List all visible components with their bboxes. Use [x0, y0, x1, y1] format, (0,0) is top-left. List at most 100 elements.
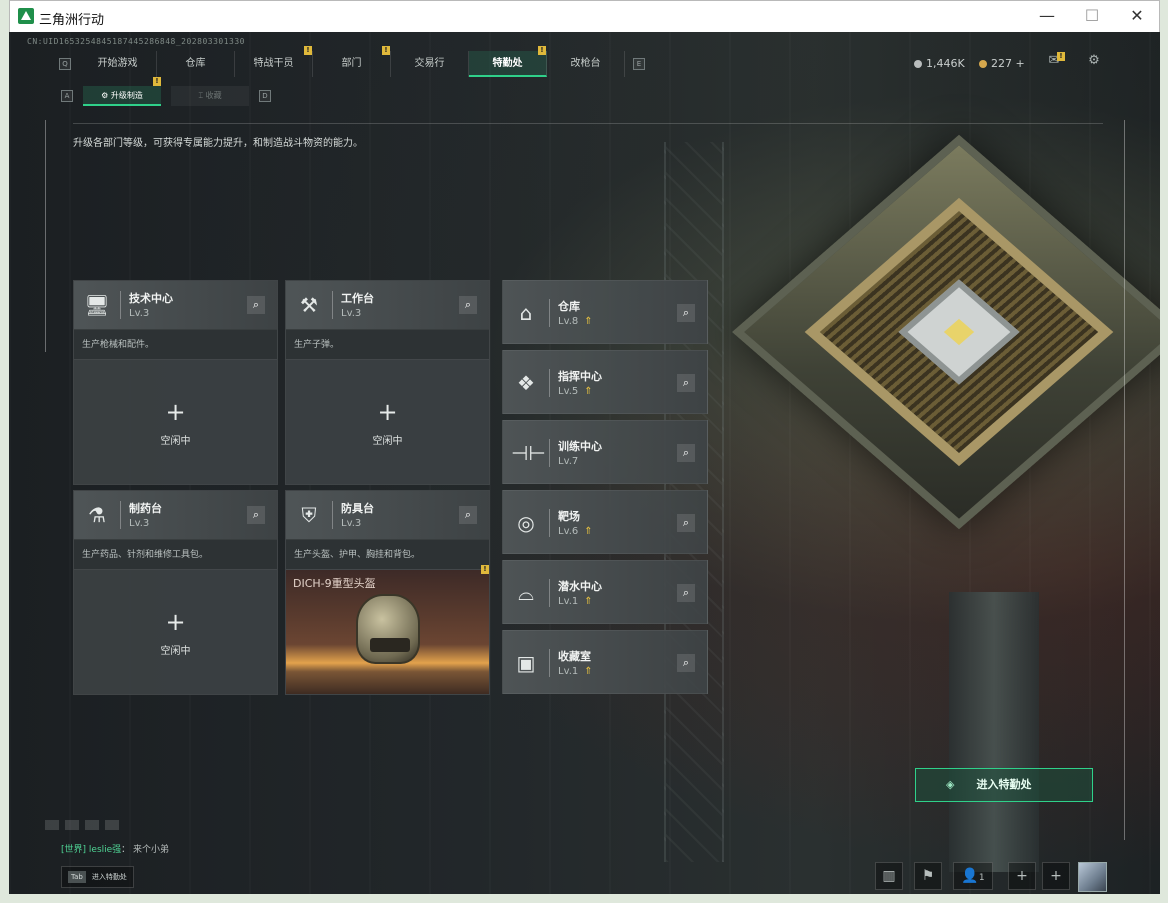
nav-tab-0[interactable]: 开始游戏 — [79, 51, 157, 77]
nav-next-key[interactable]: E — [633, 58, 645, 70]
avatar[interactable] — [1078, 862, 1107, 892]
nav-tab-label: 交易行 — [414, 58, 445, 69]
settings-icon[interactable]: ⚙ — [1085, 53, 1103, 69]
workbench-level: Lv.3 — [341, 518, 362, 529]
gold-icon — [979, 59, 987, 68]
chat-indicator — [65, 820, 79, 830]
craft-slot-active[interactable]: DICH-9重型头盔 ! — [286, 565, 489, 694]
workbench-name: 防具台 — [341, 502, 374, 515]
facility-name: 靶场 — [558, 510, 580, 523]
facility-card[interactable]: ⌓ 潜水中心 Lv.1 ⇑ ⌕ — [502, 560, 708, 624]
facility-card[interactable]: ⊣⊢ 训练中心 Lv.7 ⌕ — [502, 420, 708, 484]
idle-label: 空闲中 — [372, 436, 403, 447]
frame-line — [1124, 120, 1125, 840]
search-icon[interactable]: ⌕ — [459, 296, 477, 314]
microscope-icon: ⚗ — [88, 503, 106, 527]
stats-icon[interactable]: ▥ — [875, 862, 903, 890]
search-icon[interactable]: ⌕ — [247, 506, 265, 524]
minimize-button[interactable]: — — [1035, 5, 1059, 29]
workbench-level: Lv.3 — [341, 308, 362, 319]
friends-button[interactable]: 👤1 — [953, 862, 993, 890]
tools-icon: ⚒ — [300, 293, 318, 317]
nav-tab-4[interactable]: 交易行 — [391, 51, 469, 77]
craft-alert-badge: ! — [481, 565, 489, 574]
upgrade-arrow-icon: ⇑ — [584, 316, 593, 327]
facility-card[interactable]: ▣ 收藏室 Lv.1 ⇑ ⌕ — [502, 630, 708, 694]
armor-icon: ⛨ — [301, 503, 317, 527]
collection-icon: ⌶ — [198, 91, 206, 100]
divider — [73, 123, 1103, 124]
workbench-description: 生产头盔、护甲、胸挂和背包。 — [286, 539, 489, 569]
gold-balance[interactable]: 227 + — [979, 57, 1025, 70]
search-icon[interactable]: ⌕ — [247, 296, 265, 314]
search-icon[interactable]: ⌕ — [677, 654, 695, 672]
craft-slot-empty[interactable]: + 空闲中 — [74, 569, 277, 694]
nav-tab-2[interactable]: 特战干员! — [235, 46, 313, 77]
chat-indicator — [105, 820, 119, 830]
nav-prev-key[interactable]: Q — [59, 58, 71, 70]
facility-level: Lv.1 ⇑ — [558, 596, 593, 607]
player-id: CN:UID1653254845187445286848_20280330133… — [27, 37, 245, 46]
plus-icon: + — [165, 398, 186, 426]
search-icon[interactable]: ⌕ — [677, 374, 695, 392]
workbench-card-workbench[interactable]: ⚒ 工作台 Lv.3 ⌕ 生产子弹。 + 空闲中 — [285, 280, 490, 485]
search-icon[interactable]: ⌕ — [677, 304, 695, 322]
workbench-description: 生产子弹。 — [286, 329, 489, 359]
search-icon[interactable]: ⌕ — [459, 506, 477, 524]
chat-line[interactable]: [世界] leslie强： 来个小弟 — [61, 842, 169, 855]
collection-icon: ▣ — [516, 651, 536, 675]
upgrade-arrow-icon: ⇑ — [584, 596, 593, 607]
search-icon[interactable]: ⌕ — [677, 514, 695, 532]
nav-alert-badge: ! — [382, 46, 390, 55]
gold-amount: 227 + — [991, 57, 1025, 70]
add-slot-button[interactable]: + — [1008, 862, 1036, 890]
upgrade-arrow-icon: ⇑ — [584, 386, 593, 397]
facility-level: Lv.7 — [558, 456, 579, 467]
workbench-card-pharmacy[interactable]: ⚗ 制药台 Lv.3 ⌕ 生产药品、针剂和维修工具包。 + 空闲中 — [73, 490, 278, 695]
facility-card[interactable]: ⌂ 仓库 Lv.8 ⇑ ⌕ — [502, 280, 708, 344]
tab-shortcut-hint[interactable]: Tab 进入特勤处 — [61, 866, 134, 888]
helmet-image — [356, 594, 420, 664]
chat-user: leslie强 — [88, 845, 122, 855]
add-slot-button[interactable]: + — [1042, 862, 1070, 890]
search-icon[interactable]: ⌕ — [677, 444, 695, 462]
tab-hint-text: 进入特勤处 — [91, 873, 127, 881]
facility-level: Lv.8 ⇑ — [558, 316, 593, 327]
craft-slot-empty[interactable]: + 空闲中 — [74, 359, 277, 484]
workbench-card-tech-center[interactable]: 🖥 技术中心 Lv.3 ⌕ 生产枪械和配件。 + 空闲中 — [73, 280, 278, 485]
facility-name: 训练中心 — [558, 440, 602, 453]
workbench-name: 制药台 — [129, 502, 162, 515]
subtab-collection[interactable]: ⌶ 收藏 — [171, 86, 249, 106]
subtab-next-key[interactable]: D — [259, 90, 271, 102]
nav-tab-3[interactable]: 部门! — [313, 46, 391, 77]
workbench-card-armory[interactable]: ⛨ 防具台 Lv.3 ⌕ 生产头盔、护甲、胸挂和背包。 DICH-9重型头盔 ! — [285, 490, 490, 695]
search-icon[interactable]: ⌕ — [677, 584, 695, 602]
subtab-alert-badge: ! — [153, 77, 161, 86]
nav-tab-label: 部门 — [341, 58, 362, 69]
mail-alert-badge: ! — [1057, 52, 1065, 61]
coin-balance[interactable]: 1,446K — [914, 57, 965, 70]
nav-tab-label: 特战干员 — [253, 58, 294, 69]
facility-level: Lv.1 ⇑ — [558, 666, 593, 677]
flag-icon[interactable]: ⚑ — [914, 862, 942, 890]
subtab-upgrade-craft[interactable]: ⚙ 升级制造 ! — [83, 77, 161, 106]
maximize-button[interactable]: ☐ — [1080, 5, 1104, 29]
enter-icon: ◈ — [946, 778, 955, 791]
nav-tab-6[interactable]: 改枪台 — [547, 51, 625, 77]
nav-tab-label: 开始游戏 — [97, 58, 138, 69]
crafting-item-name: DICH-9重型头盔 — [293, 577, 376, 590]
nav-tab-1[interactable]: 仓库 — [157, 51, 235, 77]
facility-level: Lv.6 ⇑ — [558, 526, 593, 537]
facility-card[interactable]: ◎ 靶场 Lv.6 ⇑ ⌕ — [502, 490, 708, 554]
facility-card[interactable]: ❖ 指挥中心 Lv.5 ⇑ ⌕ — [502, 350, 708, 414]
nav-tab-5[interactable]: 特勤处! — [469, 46, 547, 77]
subtab-prev-key[interactable]: A — [61, 90, 73, 102]
sub-tabs: A ⚙ 升级制造 ! ⌶ 收藏 D — [61, 77, 271, 106]
window-titlebar: 三角洲行动 — ☐ ✕ — [9, 0, 1160, 32]
enter-special-ops-button[interactable]: ◈ 进入特勤处 — [915, 768, 1093, 802]
facility-name: 仓库 — [558, 300, 580, 313]
close-button[interactable]: ✕ — [1125, 5, 1149, 29]
craft-slot-empty[interactable]: + 空闲中 — [286, 359, 489, 484]
facility-level: Lv.5 ⇑ — [558, 386, 593, 397]
idle-label: 空闲中 — [160, 436, 191, 447]
